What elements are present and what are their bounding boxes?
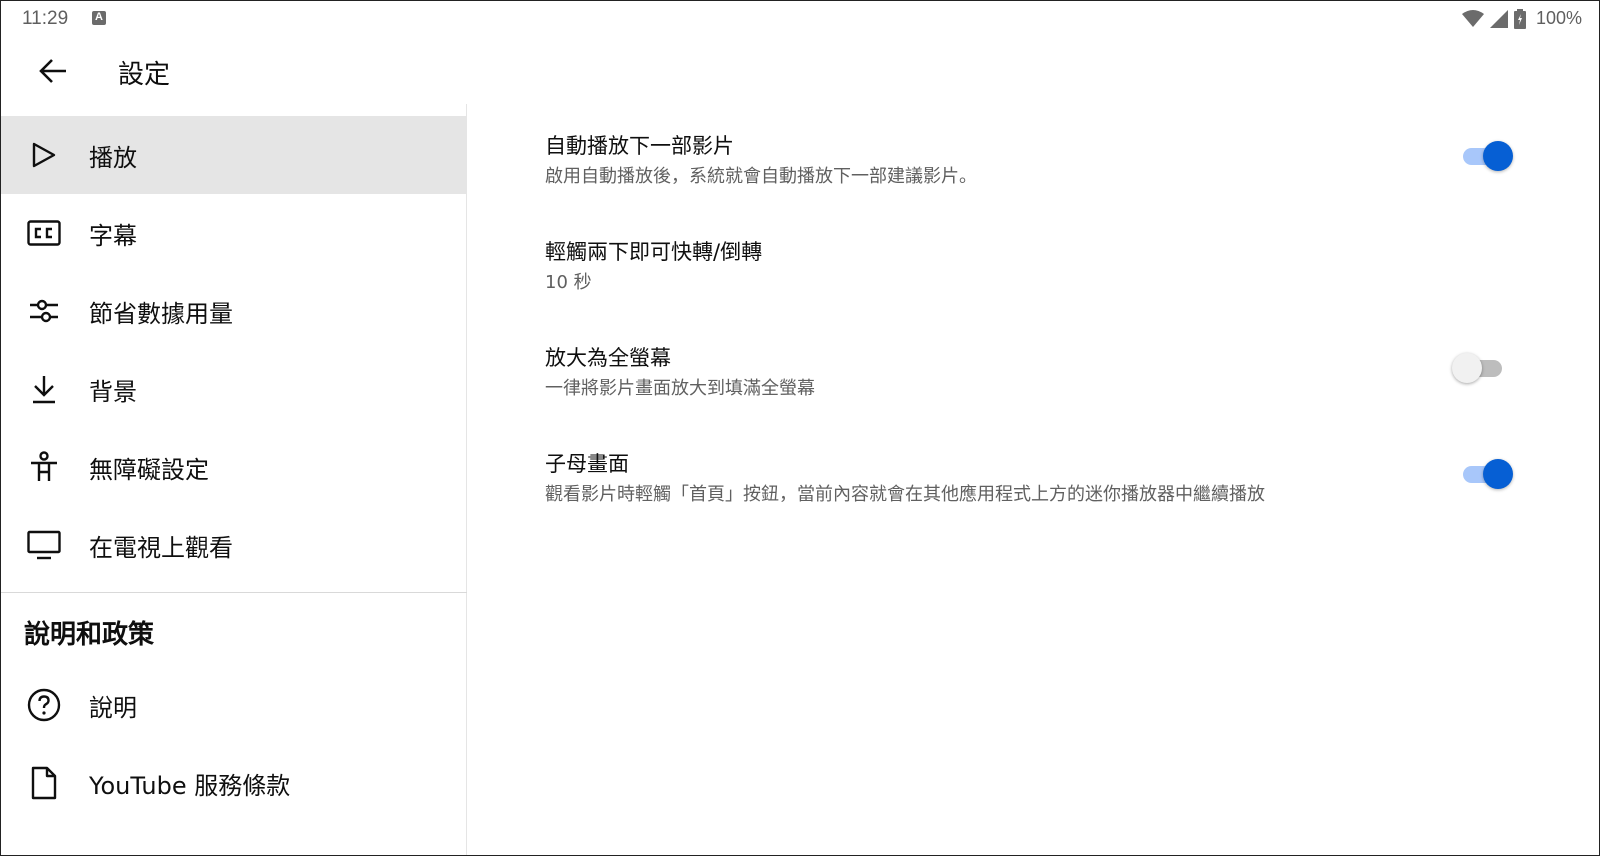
play-icon — [26, 137, 62, 173]
status-indicators: 100% — [1461, 8, 1582, 29]
sidebar-item-label: 節省數據用量 — [89, 299, 233, 328]
setting-title: 輕觸兩下即可快轉/倒轉 — [545, 240, 763, 264]
tv-icon — [26, 527, 62, 563]
zoom-to-fill-toggle[interactable] — [1452, 351, 1504, 385]
setting-subtitle: 10 秒 — [545, 272, 592, 293]
sidebar-item-help[interactable]: 說明 — [0, 666, 467, 744]
setting-picture-in-picture[interactable]: 子母畫面 觀看影片時輕觸「首頁」按鈕，當前內容就會在其他應用程式上方的迷你播放器… — [468, 440, 1600, 540]
download-icon — [26, 371, 62, 407]
battery-icon — [1513, 8, 1526, 29]
sidebar-item-captions[interactable]: 字幕 — [0, 194, 467, 272]
autoplay-toggle[interactable] — [1461, 139, 1513, 173]
sidebar-item-label: 說明 — [89, 693, 137, 722]
section-header: 說明和政策 — [24, 620, 155, 650]
closed-captions-icon — [26, 215, 62, 251]
sidebar-item-data-saving[interactable]: 節省數據用量 — [0, 272, 467, 350]
setting-subtitle: 觀看影片時輕觸「首頁」按鈕，當前內容就會在其他應用程式上方的迷你播放器中繼續播放 — [545, 484, 1265, 505]
sidebar-item-watch-on-tv[interactable]: 在電視上觀看 — [0, 506, 467, 584]
accessibility-icon — [26, 449, 62, 485]
sidebar-item-label: 字幕 — [89, 221, 137, 250]
setting-autoplay[interactable]: 自動播放下一部影片 啟用自動播放後，系統就會自動播放下一部建議影片。 — [468, 122, 1600, 222]
page-title: 設定 — [118, 60, 171, 90]
setting-double-tap-seek[interactable]: 輕觸兩下即可快轉/倒轉 10 秒 — [468, 228, 1600, 328]
status-time: 11:29 — [22, 8, 69, 29]
sidebar-item-terms-of-service[interactable]: YouTube 服務條款 — [0, 744, 467, 822]
picture-in-picture-toggle[interactable] — [1461, 457, 1513, 491]
help-icon — [26, 687, 62, 723]
section-divider — [0, 592, 467, 593]
wifi-icon — [1461, 9, 1484, 27]
document-icon — [26, 765, 62, 801]
status-bar: 11:29 A 100% — [0, 0, 1600, 40]
setting-title: 子母畫面 — [545, 452, 629, 476]
arrow-back-icon — [39, 59, 66, 83]
sidebar-item-label: 無障礙設定 — [89, 455, 209, 484]
setting-zoom-to-fill[interactable]: 放大為全螢幕 一律將影片畫面放大到填滿全螢幕 — [468, 334, 1600, 434]
settings-sidebar: 播放 字幕 節省數據用量 背景 無障礙設定 在電視上觀看 說明和政策 說明 Yo… — [0, 104, 467, 856]
app-bar: 設定 — [0, 40, 1600, 102]
sidebar-item-label: 播放 — [89, 143, 137, 172]
sidebar-item-playback[interactable]: 播放 — [0, 116, 467, 194]
tune-icon — [26, 293, 62, 329]
battery-percent: 100% — [1535, 8, 1582, 28]
setting-subtitle: 一律將影片畫面放大到填滿全螢幕 — [545, 378, 815, 399]
setting-subtitle: 啟用自動播放後，系統就會自動播放下一部建議影片。 — [545, 166, 977, 187]
cell-signal-icon — [1489, 9, 1508, 28]
settings-content: 自動播放下一部影片 啟用自動播放後，系統就會自動播放下一部建議影片。 輕觸兩下即… — [468, 104, 1600, 856]
notification-a-icon: A — [92, 11, 106, 25]
sidebar-item-label: 背景 — [89, 377, 137, 406]
sidebar-item-label: 在電視上觀看 — [89, 533, 233, 562]
back-button[interactable] — [30, 48, 76, 94]
sidebar-item-background[interactable]: 背景 — [0, 350, 467, 428]
setting-title: 自動播放下一部影片 — [545, 134, 734, 158]
setting-title: 放大為全螢幕 — [545, 346, 671, 370]
sidebar-item-label: YouTube 服務條款 — [89, 771, 291, 800]
sidebar-item-accessibility[interactable]: 無障礙設定 — [0, 428, 467, 506]
